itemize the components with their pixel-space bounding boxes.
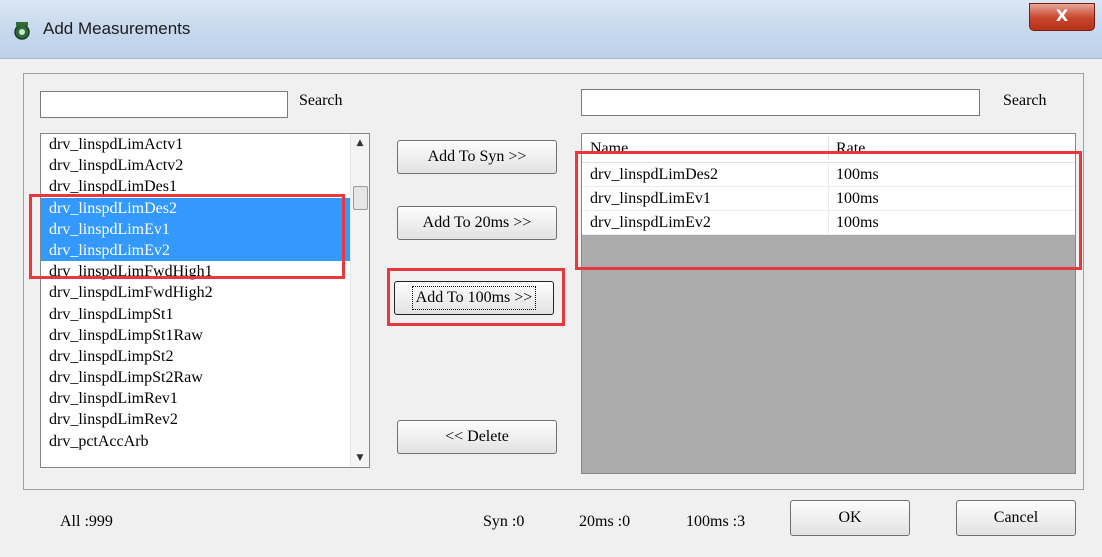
right-search-input[interactable] — [581, 89, 980, 116]
syn-count: Syn :0 — [483, 513, 525, 530]
ok-button[interactable]: OK — [790, 500, 910, 536]
cancel-button[interactable]: Cancel — [956, 500, 1076, 536]
annotation-box-add-button — [387, 268, 565, 326]
measurement-list-items: drv_linspdLimActv1 drv_linspdLimActv2 drv_… — [41, 134, 352, 452]
annotation-box-selection — [29, 194, 345, 279]
title-bar: Add Measurements X — [0, 0, 1102, 59]
list-scrollbar[interactable]: ▲ ▼ — [350, 134, 369, 467]
left-search-label: Search — [299, 92, 343, 109]
delete-button[interactable]: << Delete — [397, 420, 557, 454]
ms100-count: 100ms :3 — [686, 513, 746, 530]
app-icon — [14, 22, 30, 40]
list-item[interactable]: drv_linspdLimFwdHigh2 — [41, 282, 352, 303]
left-search-input[interactable] — [40, 91, 288, 118]
measurement-list[interactable]: drv_linspdLimActv1 drv_linspdLimActv2 drv_… — [40, 133, 370, 468]
all-count: All :999 — [60, 513, 113, 530]
add-to-syn-button[interactable]: Add To Syn >> — [397, 140, 557, 174]
list-item[interactable]: drv_linspdLimpSt1 — [41, 304, 352, 325]
list-item[interactable]: drv_pctAccArb — [41, 431, 352, 452]
scroll-up-icon[interactable]: ▲ — [351, 134, 369, 152]
scroll-thumb[interactable] — [353, 186, 368, 210]
close-button[interactable]: X — [1029, 3, 1095, 31]
window-title: Add Measurements — [43, 19, 191, 38]
right-search-label: Search — [1003, 92, 1047, 109]
list-item[interactable]: drv_linspdLimRev1 — [41, 388, 352, 409]
list-item[interactable]: drv_linspdLimRev2 — [41, 409, 352, 430]
ms20-count: 20ms :0 — [579, 513, 631, 530]
list-item[interactable]: drv_linspdLimpSt1Raw — [41, 325, 352, 346]
scroll-down-icon[interactable]: ▼ — [351, 449, 369, 467]
list-item[interactable]: drv_linspdLimActv2 — [41, 155, 352, 176]
annotation-box-table — [575, 151, 1082, 270]
list-item[interactable]: drv_linspdLimpSt2Raw — [41, 367, 352, 388]
list-item[interactable]: drv_linspdLimActv1 — [41, 134, 352, 155]
list-item[interactable]: drv_linspdLimpSt2 — [41, 346, 352, 367]
add-to-20ms-button[interactable]: Add To 20ms >> — [397, 206, 557, 240]
